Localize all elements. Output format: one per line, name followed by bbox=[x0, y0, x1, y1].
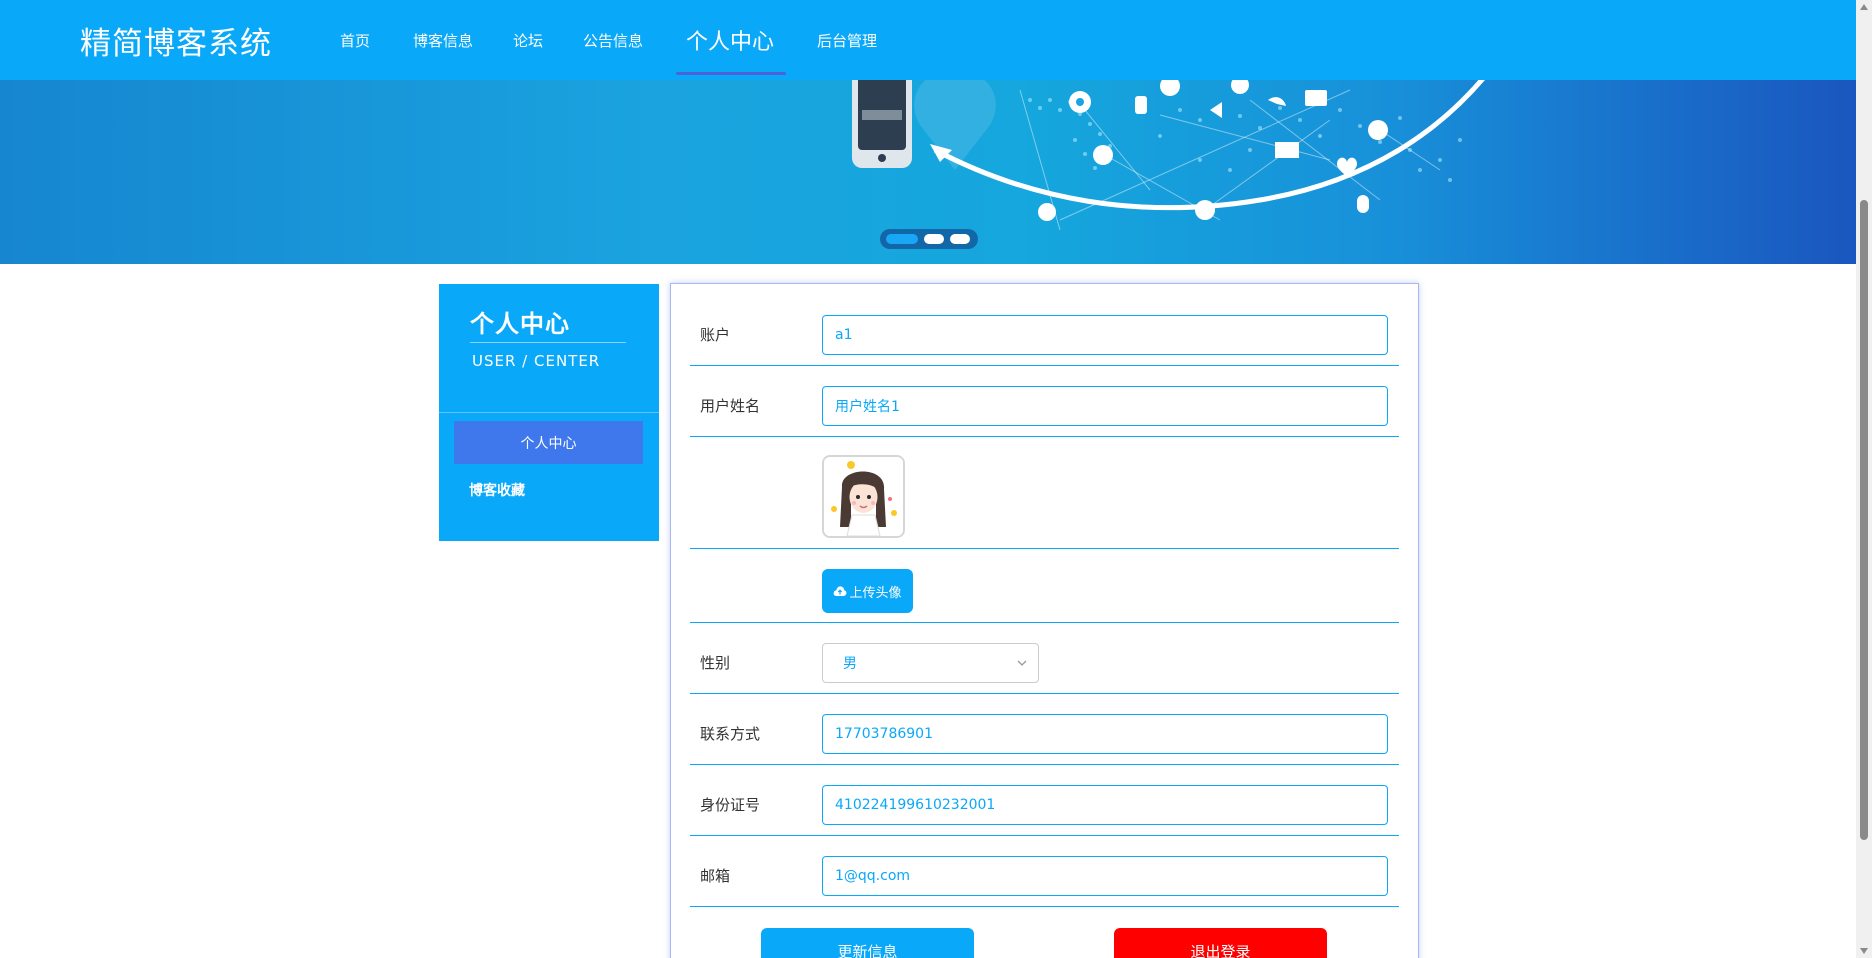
nav-home[interactable]: 首页 bbox=[340, 30, 370, 51]
gender-label: 性别 bbox=[700, 654, 731, 672]
profile-form-panel: 账户 a1 用户姓名 用户姓名1 上传头像 性别 男 联系方式 17703786… bbox=[670, 283, 1419, 958]
carousel-indicators bbox=[880, 229, 978, 249]
sidebar-item-blog-favorites[interactable]: 博客收藏 bbox=[469, 480, 525, 500]
upload-avatar-button[interactable]: 上传头像 bbox=[822, 569, 913, 613]
phone-field[interactable]: 17703786901 bbox=[822, 714, 1388, 754]
name-field[interactable]: 用户姓名1 bbox=[822, 386, 1388, 426]
id-card-field[interactable]: 410224199610232001 bbox=[822, 785, 1388, 825]
sidebar-title: 个人中心 bbox=[470, 310, 570, 338]
update-info-button[interactable]: 更新信息 bbox=[761, 928, 974, 958]
nav-admin[interactable]: 后台管理 bbox=[817, 30, 877, 51]
email-label: 邮箱 bbox=[700, 867, 731, 885]
form-row-id-card: 身份证号 410224199610232001 bbox=[690, 765, 1399, 836]
phone-label: 联系方式 bbox=[700, 725, 761, 743]
form-row-name: 用户姓名 用户姓名1 bbox=[690, 366, 1399, 437]
viewport: 精简博客系统 首页 博客信息 论坛 公告信息 个人中心 后台管理 个人中心 US… bbox=[0, 0, 1872, 958]
phone-illustration bbox=[852, 80, 912, 168]
form-row-upload: 上传头像 bbox=[690, 549, 1399, 623]
top-navbar: 精简博客系统 首页 博客信息 论坛 公告信息 个人中心 后台管理 bbox=[0, 0, 1856, 80]
upload-avatar-label: 上传头像 bbox=[849, 585, 902, 601]
nav-active-indicator bbox=[676, 72, 786, 75]
account-field[interactable]: a1 bbox=[822, 315, 1388, 355]
account-label: 账户 bbox=[700, 326, 731, 344]
world-map-dots bbox=[1028, 98, 1462, 182]
scroll-down-arrow[interactable] bbox=[1860, 948, 1868, 954]
name-label: 用户姓名 bbox=[700, 397, 761, 415]
nav-blog-info[interactable]: 博客信息 bbox=[413, 30, 473, 51]
sidebar-title-rule bbox=[470, 342, 626, 343]
form-row-phone: 联系方式 17703786901 bbox=[690, 694, 1399, 765]
scroll-thumb[interactable] bbox=[1860, 200, 1868, 840]
site-brand[interactable]: 精简博客系统 bbox=[80, 18, 272, 63]
avatar-illustration bbox=[824, 457, 903, 536]
gender-selected-value: 男 bbox=[843, 656, 857, 672]
form-row-account: 账户 a1 bbox=[690, 284, 1399, 366]
form-row-avatar bbox=[690, 437, 1399, 549]
page-scrollbar[interactable] bbox=[1856, 0, 1872, 958]
chevron-down-icon bbox=[1017, 660, 1027, 666]
nav-user-center[interactable]: 个人中心 bbox=[686, 24, 774, 56]
logout-button[interactable]: 退出登录 bbox=[1114, 928, 1327, 958]
user-center-sidebar: 个人中心 USER / CENTER 个人中心 博客收藏 bbox=[439, 284, 659, 541]
cloud-upload-icon bbox=[834, 586, 847, 596]
carousel-dot-1[interactable] bbox=[886, 234, 918, 244]
avatar-image bbox=[822, 455, 905, 538]
id-card-label: 身份证号 bbox=[700, 796, 761, 814]
gender-select[interactable]: 男 bbox=[822, 643, 1039, 683]
form-row-email: 邮箱 1@qq.com bbox=[690, 836, 1399, 907]
sidebar-subtitle: USER / CENTER bbox=[472, 352, 601, 370]
email-field[interactable]: 1@qq.com bbox=[822, 856, 1388, 896]
carousel-dot-2[interactable] bbox=[924, 234, 944, 244]
sidebar-item-user-center[interactable]: 个人中心 bbox=[454, 421, 643, 464]
scroll-up-arrow[interactable] bbox=[1860, 4, 1868, 10]
nav-announcements[interactable]: 公告信息 bbox=[583, 30, 643, 51]
nav-forum[interactable]: 论坛 bbox=[513, 30, 543, 51]
carousel-dot-3[interactable] bbox=[950, 234, 970, 244]
form-row-gender: 性别 男 bbox=[690, 623, 1399, 694]
sidebar-divider bbox=[439, 412, 659, 413]
